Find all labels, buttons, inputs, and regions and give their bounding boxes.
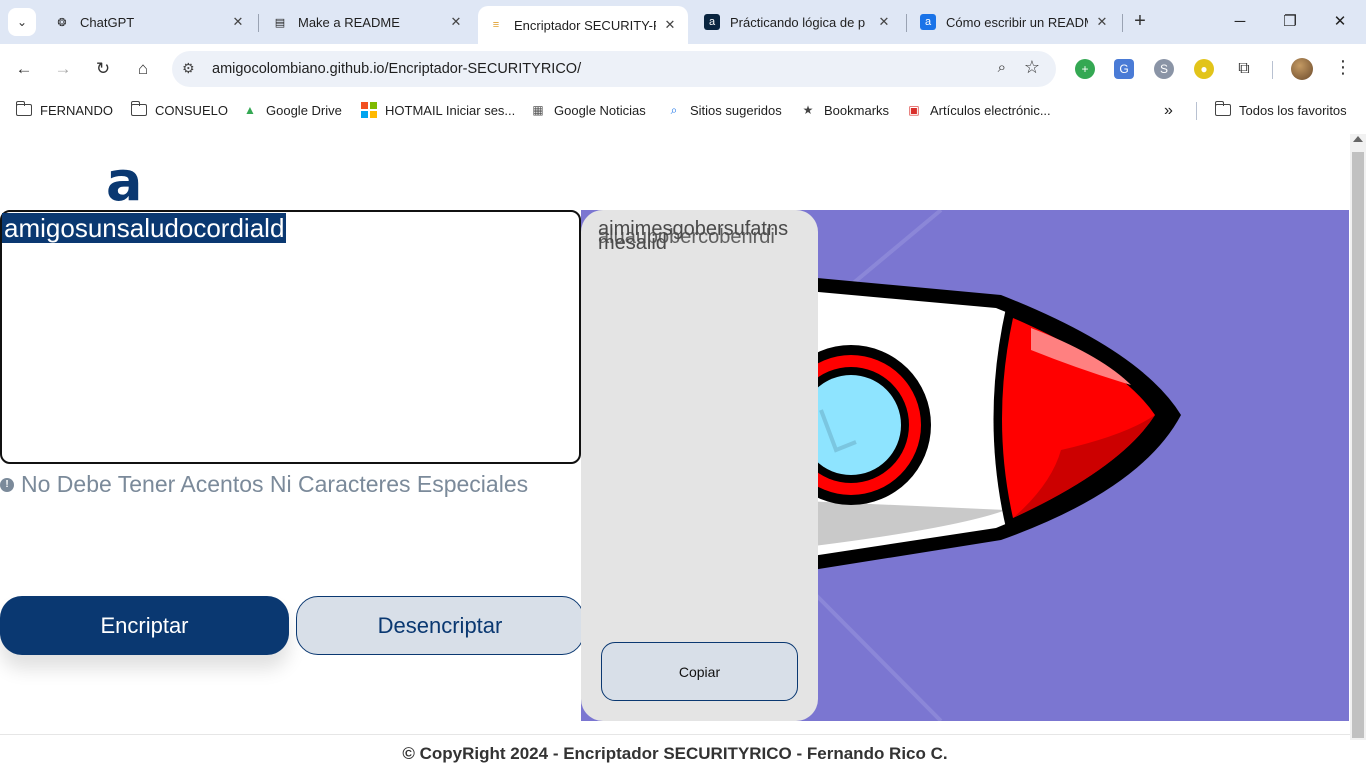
bookmark-bookmarks[interactable]: ★ Bookmarks bbox=[800, 102, 889, 118]
bookmark-hotmail[interactable]: HOTMAIL Iniciar ses... bbox=[361, 102, 515, 118]
zoom-icon[interactable]: ⌕ bbox=[998, 59, 1006, 76]
bookmark-label: Bookmarks bbox=[824, 102, 890, 118]
chevron-double-right-icon: » bbox=[1164, 102, 1173, 119]
site-logo[interactable]: a bbox=[106, 155, 142, 209]
folder-icon bbox=[130, 101, 147, 118]
stack-icon: ≡ bbox=[492, 19, 500, 31]
chevron-down-icon: ⌄ bbox=[16, 15, 28, 29]
minimize-icon: ─ bbox=[1234, 13, 1246, 30]
bookmark-label: HOTMAIL Iniciar ses... bbox=[385, 102, 516, 118]
restore-icon: ❐ bbox=[1283, 13, 1297, 30]
chatgpt-icon: ❂ bbox=[57, 16, 67, 29]
bookmark-label: CONSUELO bbox=[155, 102, 228, 118]
address-bar[interactable]: ⚙ amigocolombiano.github.io/Encriptador-… bbox=[172, 51, 1056, 87]
arrow-left-icon: ← bbox=[15, 59, 33, 78]
extensions-puzzle-icon[interactable]: ⧉ bbox=[1234, 59, 1254, 79]
tab-title: Cómo escribir un READM bbox=[946, 14, 1088, 30]
tab-title: Make a README bbox=[298, 14, 400, 30]
menu-dots-icon[interactable]: ⋮ bbox=[1334, 57, 1352, 78]
all-bookmarks-button[interactable]: Todos los favoritos bbox=[1214, 101, 1347, 118]
footer-divider bbox=[0, 734, 1350, 735]
drive-icon: ▲ bbox=[244, 103, 256, 117]
bookmark-consuelo[interactable]: CONSUELO bbox=[130, 101, 228, 118]
tab-make-readme[interactable]: ▤ Make a README ✕ bbox=[262, 6, 474, 38]
skype-icon[interactable]: S bbox=[1154, 59, 1174, 79]
tab-title: ChatGPT bbox=[80, 14, 135, 30]
tab-chatgpt[interactable]: ❂ ChatGPT ✕ bbox=[44, 6, 256, 38]
close-icon: ✕ bbox=[1333, 13, 1347, 30]
bookmark-fernando[interactable]: FERNANDO bbox=[15, 101, 113, 118]
info-icon: ! bbox=[0, 477, 14, 492]
output-panel: aimimesgobersufatns mesalid aluaupoberco… bbox=[581, 210, 818, 721]
home-icon: ⌂ bbox=[137, 59, 149, 78]
add-extension-icon[interactable]: + bbox=[1075, 59, 1095, 79]
alura-icon: a bbox=[704, 14, 720, 30]
reload-icon: ↻ bbox=[95, 59, 111, 78]
extension-icon[interactable]: ● bbox=[1194, 59, 1214, 79]
browser-toolbar: ← → ↻ ⌂ ⚙ amigocolombiano.github.io/Encr… bbox=[0, 44, 1366, 94]
search-icon: ⌕ bbox=[670, 102, 678, 117]
restore-button[interactable]: ❐ bbox=[1270, 8, 1310, 36]
tab-search-button[interactable]: ⌄ bbox=[8, 8, 36, 36]
document-icon: ▤ bbox=[274, 16, 286, 29]
minimize-button[interactable]: ─ bbox=[1220, 8, 1260, 36]
star-icon: ★ bbox=[802, 103, 814, 117]
selected-input-text[interactable]: amigosunsaludocordiald bbox=[2, 213, 287, 243]
microsoft-icon bbox=[361, 102, 377, 118]
tab-strip: ⌄ ❂ ChatGPT ✕ ▤ Make a README ✕ ≡ Encrip… bbox=[0, 0, 1366, 44]
close-icon[interactable]: ✕ bbox=[448, 14, 464, 30]
copy-button[interactable]: Copiar bbox=[601, 642, 798, 701]
bookmark-label: Sitios sugeridos bbox=[690, 102, 782, 118]
shop-icon: ▣ bbox=[908, 103, 920, 117]
scrollbar-thumb[interactable] bbox=[1352, 152, 1364, 738]
bookmark-sitios-sugeridos[interactable]: ⌕ Sitios sugeridos bbox=[666, 102, 782, 118]
tab-title: Prácticando lógica de p bbox=[730, 14, 866, 30]
input-warning: ! No Debe Tener Acentos Ni Caracteres Es… bbox=[0, 471, 528, 498]
folder-icon bbox=[1214, 101, 1231, 118]
bookmark-google-drive[interactable]: ▲ Google Drive bbox=[242, 102, 342, 118]
close-icon[interactable]: ✕ bbox=[230, 14, 246, 30]
bookmark-label: Artículos electrónic... bbox=[930, 102, 1051, 118]
folder-icon bbox=[15, 101, 32, 118]
footer-text: © CopyRight 2024 - Encriptador SECURITYR… bbox=[402, 744, 948, 763]
bookmark-star-icon[interactable]: ☆ bbox=[1024, 57, 1040, 78]
new-tab-button[interactable]: + bbox=[1128, 10, 1152, 34]
bookmark-label: Todos los favoritos bbox=[1239, 102, 1347, 118]
tab-encriptador[interactable]: ≡ Encriptador SECURITY-R ✕ bbox=[478, 6, 688, 44]
alura-icon: a bbox=[920, 14, 936, 30]
page-scrollbar[interactable] bbox=[1350, 134, 1366, 740]
close-window-button[interactable]: ✕ bbox=[1320, 8, 1360, 36]
bookmark-articulos[interactable]: ▣ Artículos electrónic... bbox=[906, 102, 1051, 118]
close-icon[interactable]: ✕ bbox=[662, 17, 678, 33]
close-icon[interactable]: ✕ bbox=[876, 14, 892, 30]
bookmark-google-noticias[interactable]: ▦ Google Noticias bbox=[530, 102, 646, 118]
translate-icon[interactable]: G bbox=[1114, 59, 1134, 79]
arrow-right-icon: → bbox=[54, 59, 72, 78]
bookmark-label: FERNANDO bbox=[40, 102, 113, 118]
home-button[interactable]: ⌂ bbox=[130, 56, 156, 82]
site-settings-icon[interactable]: ⚙ bbox=[182, 60, 195, 77]
profile-avatar[interactable] bbox=[1291, 58, 1313, 80]
plus-icon: + bbox=[1134, 10, 1146, 32]
message-input[interactable]: amigosunsaludocordiald bbox=[0, 210, 581, 464]
reload-button[interactable]: ↻ bbox=[90, 56, 116, 82]
bookmarks-bar: FERNANDO CONSUELO ▲ Google Drive HOTMAIL… bbox=[0, 94, 1366, 128]
tab-practicando[interactable]: a Prácticando lógica de p ✕ bbox=[694, 6, 902, 38]
bookmark-label: Google Drive bbox=[266, 102, 342, 118]
bookmark-label: Google Noticias bbox=[554, 102, 646, 118]
decrypt-button[interactable]: Desencriptar bbox=[296, 596, 584, 655]
close-icon[interactable]: ✕ bbox=[1094, 14, 1110, 30]
news-icon: ▦ bbox=[532, 103, 544, 117]
page-content: a amigosunsaludocordiald ! No Debe Tener… bbox=[0, 128, 1366, 768]
back-button[interactable]: ← bbox=[11, 56, 37, 82]
encrypt-button[interactable]: Encriptar bbox=[0, 596, 289, 655]
forward-button[interactable]: → bbox=[50, 56, 76, 82]
warning-text: No Debe Tener Acentos Ni Caracteres Espe… bbox=[21, 471, 529, 497]
url-text[interactable]: amigocolombiano.github.io/Encriptador-SE… bbox=[212, 61, 581, 77]
scroll-up-icon[interactable] bbox=[1353, 136, 1363, 142]
more-bookmarks-button[interactable]: » bbox=[1164, 102, 1173, 120]
tab-como-escribir[interactable]: a Cómo escribir un READM ✕ bbox=[910, 6, 1120, 38]
output-text-overlap: aluaupobercobenrdi bbox=[598, 226, 775, 248]
tab-title: Encriptador SECURITY-R bbox=[514, 17, 656, 33]
